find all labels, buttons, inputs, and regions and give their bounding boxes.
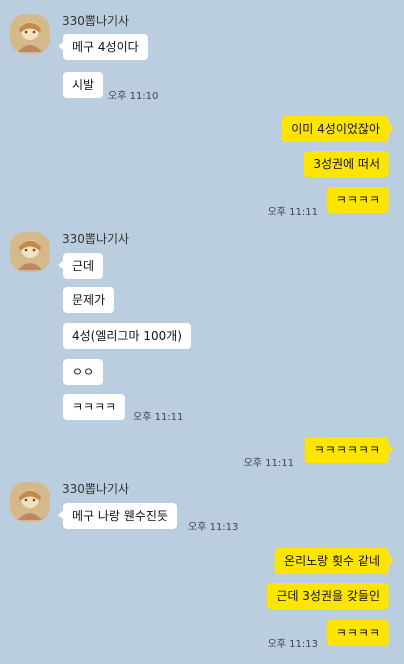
message-bubble[interactable]: 4성(엘리그마 100개)	[63, 323, 191, 349]
sender-name: 330뽑나기사	[62, 14, 130, 28]
message-bubble[interactable]: ㅋㅋㅋㅋ	[326, 187, 389, 213]
message-bubble[interactable]: ㅋㅋㅋㅋ	[63, 394, 126, 420]
message-timestamp: 오후 11:13	[267, 639, 318, 650]
message-bubble[interactable]: 온리노랑 횟수 같네	[275, 548, 394, 574]
message-bubble[interactable]: 이미 4성이었잖아	[282, 116, 394, 142]
profile-avatar-icon[interactable]	[10, 14, 50, 54]
profile-avatar-icon[interactable]	[10, 232, 50, 272]
message-bubble[interactable]: 메구 4성이다	[58, 34, 148, 60]
sender-name: 330뽑나기사	[62, 232, 130, 246]
message-bubble[interactable]: 시발	[63, 72, 104, 98]
message-bubble[interactable]: 메구 나랑 웬수진듯	[58, 503, 177, 529]
message-timestamp: 오후 11:10	[108, 91, 159, 102]
message-bubble[interactable]: ㅋㅋㅋㅋ	[326, 620, 389, 646]
message-bubble[interactable]: 근데 3성권을 갖들인	[267, 583, 389, 609]
message-bubble[interactable]: 문제가	[63, 287, 115, 313]
sender-name: 330뽑나기사	[62, 482, 130, 496]
message-bubble[interactable]: 3성권에 떠서	[304, 151, 389, 177]
message-timestamp: 오후 11:11	[133, 412, 184, 423]
profile-avatar-icon[interactable]	[10, 482, 50, 522]
message-bubble[interactable]: 근데	[57, 253, 104, 279]
message-timestamp: 오후 11:11	[243, 458, 294, 469]
message-timestamp: 오후 11:13	[188, 522, 239, 533]
message-bubble[interactable]: ㅇㅇ	[63, 359, 104, 385]
message-bubble[interactable]: ㅋㅋㅋㅋㅋㅋ	[304, 437, 395, 463]
message-timestamp: 오후 11:11	[267, 207, 318, 218]
